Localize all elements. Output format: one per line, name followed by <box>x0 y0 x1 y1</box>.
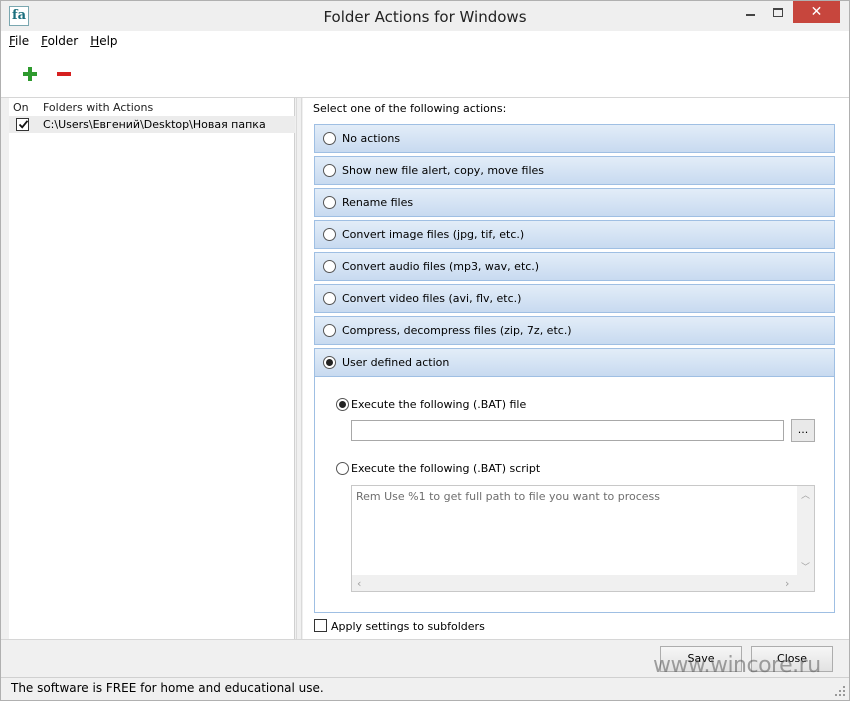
plus-icon <box>23 67 37 81</box>
radio-convert-image[interactable] <box>323 228 336 241</box>
radio-bat-file[interactable] <box>336 398 349 411</box>
app-window: fa Folder Actions for Windows ✕ File Fol… <box>0 0 850 701</box>
option-no-actions[interactable]: No actions <box>314 124 835 153</box>
option-label: Convert video files (avi, flv, etc.) <box>342 292 522 305</box>
radio-no-actions[interactable] <box>323 132 336 145</box>
folder-enabled-checkbox[interactable] <box>16 118 29 131</box>
minimize-icon <box>745 14 755 16</box>
add-folder-button[interactable] <box>21 65 39 83</box>
menu-help[interactable]: Help <box>90 34 117 48</box>
menu-file[interactable]: File <box>9 34 29 48</box>
option-show-alert[interactable]: Show new file alert, copy, move files <box>314 156 835 185</box>
close-window-button[interactable]: ✕ <box>793 1 840 23</box>
resize-grip-icon[interactable] <box>834 685 846 697</box>
subfolders-label[interactable]: Apply settings to subfolders <box>331 620 485 633</box>
script-text: Rem Use %1 to get full path to file you … <box>356 490 661 503</box>
subfolders-checkbox[interactable] <box>314 619 327 632</box>
status-bar: The software is FREE for home and educat… <box>1 677 849 700</box>
folder-path: C:\Users\Евгений\Desktop\Новая папка <box>43 118 266 131</box>
bat-script-textarea[interactable]: Rem Use %1 to get full path to file you … <box>351 485 815 592</box>
scroll-right-icon[interactable]: › <box>785 577 789 590</box>
bat-file-input[interactable] <box>351 420 784 441</box>
scroll-down-icon[interactable]: ﹀ <box>801 560 810 573</box>
radio-compress[interactable] <box>323 324 336 337</box>
maximize-button[interactable] <box>764 1 792 23</box>
browse-button[interactable]: ... <box>791 419 815 442</box>
vertical-scrollbar[interactable]: ︿ ﹀ <box>797 486 814 576</box>
radio-bat-script[interactable] <box>336 462 349 475</box>
title-bar: fa Folder Actions for Windows ✕ <box>1 1 849 31</box>
user-defined-panel: Execute the following (.BAT) file ... Ex… <box>314 377 835 613</box>
option-label: Convert audio files (mp3, wav, etc.) <box>342 260 540 273</box>
option-label: No actions <box>342 132 401 145</box>
scroll-left-icon[interactable]: ‹ <box>357 577 361 590</box>
table-row[interactable]: C:\Users\Евгений\Desktop\Новая папка <box>9 116 295 133</box>
close-icon: ✕ <box>810 4 823 20</box>
radio-rename-files[interactable] <box>323 196 336 209</box>
menu-folder[interactable]: Folder <box>41 34 78 48</box>
option-compress[interactable]: Compress, decompress files (zip, 7z, etc… <box>314 316 835 345</box>
option-convert-video[interactable]: Convert video files (avi, flv, etc.) <box>314 284 835 313</box>
option-rename-files[interactable]: Rename files <box>314 188 835 217</box>
column-header-on[interactable]: On <box>13 101 29 114</box>
radio-convert-video[interactable] <box>323 292 336 305</box>
bat-file-label[interactable]: Execute the following (.BAT) file <box>351 398 526 411</box>
option-label: Compress, decompress files (zip, 7z, etc… <box>342 324 572 337</box>
remove-folder-button[interactable] <box>55 65 73 83</box>
minus-icon <box>57 72 71 76</box>
option-label: User defined action <box>342 356 450 369</box>
folders-list: On Folders with Actions C:\Users\Евгений… <box>9 98 295 639</box>
window-title: Folder Actions for Windows <box>323 8 527 26</box>
option-label: Rename files <box>342 196 414 209</box>
actions-pane: Select one of the following actions: No … <box>303 98 849 639</box>
status-text: The software is FREE for home and educat… <box>11 681 324 695</box>
option-label: Show new file alert, copy, move files <box>342 164 545 177</box>
option-label: Convert image files (jpg, tif, etc.) <box>342 228 525 241</box>
actions-header: Select one of the following actions: <box>313 102 507 115</box>
menu-bar: File Folder Help <box>1 31 849 51</box>
toolbar <box>1 51 849 98</box>
radio-user-defined[interactable] <box>323 356 336 369</box>
option-convert-image[interactable]: Convert image files (jpg, tif, etc.) <box>314 220 835 249</box>
horizontal-scrollbar[interactable]: ‹ › <box>352 575 814 591</box>
bat-script-label[interactable]: Execute the following (.BAT) script <box>351 462 540 475</box>
checkmark-icon <box>18 120 29 129</box>
watermark: www.wincore.ru <box>653 653 821 678</box>
maximize-icon <box>773 7 783 17</box>
column-header-folders[interactable]: Folders with Actions <box>43 101 153 114</box>
pane-splitter[interactable] <box>296 98 302 639</box>
folders-list-header: On Folders with Actions <box>9 98 295 116</box>
option-convert-audio[interactable]: Convert audio files (mp3, wav, etc.) <box>314 252 835 281</box>
minimize-button[interactable] <box>736 1 764 23</box>
option-user-defined[interactable]: User defined action <box>314 348 835 377</box>
radio-convert-audio[interactable] <box>323 260 336 273</box>
scroll-up-icon[interactable]: ︿ <box>801 488 810 501</box>
radio-show-alert[interactable] <box>323 164 336 177</box>
